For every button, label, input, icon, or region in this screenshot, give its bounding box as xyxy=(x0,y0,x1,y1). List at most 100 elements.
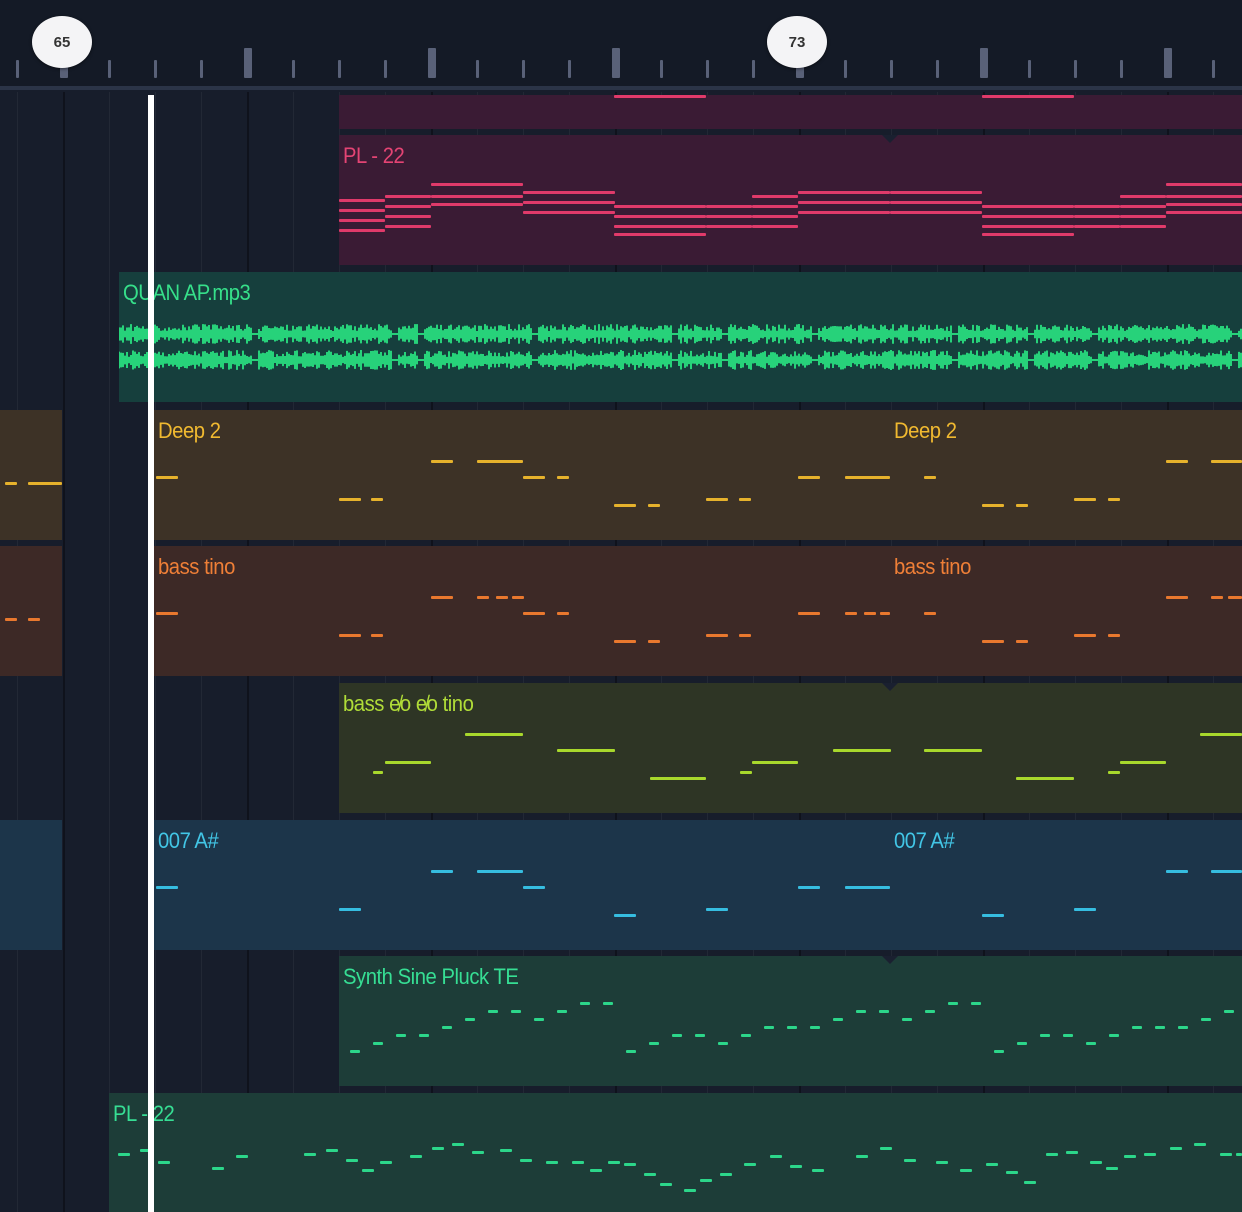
ruler-tick xyxy=(1074,60,1077,78)
track-audio: QUAN AP.mp3 xyxy=(0,272,1242,402)
bar-marker-65[interactable]: 65 xyxy=(32,16,92,68)
midi-note xyxy=(798,476,820,479)
midi-note xyxy=(740,771,752,774)
playhead[interactable] xyxy=(148,95,154,1212)
clip-label: Deep 2 xyxy=(894,418,957,443)
clip-split-marker xyxy=(882,683,898,691)
midi-note xyxy=(1124,1155,1136,1158)
midi-note xyxy=(432,1147,444,1150)
midi-note xyxy=(339,908,361,911)
clip-label: bass tino xyxy=(894,554,971,579)
deep-2-clip[interactable]: Deep 2 xyxy=(154,410,890,540)
007-clip[interactable]: 007 A# xyxy=(890,820,1242,950)
clip-label: PL - 22 xyxy=(113,1101,175,1126)
midi-note xyxy=(385,195,431,198)
midi-note xyxy=(650,777,706,780)
midi-note xyxy=(523,211,615,214)
midi-note xyxy=(890,201,982,204)
midi-note xyxy=(1166,870,1188,873)
midi-note xyxy=(614,504,636,507)
ruler-tick xyxy=(1028,60,1031,78)
midi-note xyxy=(1236,1153,1242,1156)
midi-note xyxy=(1006,1171,1018,1174)
track-bass-tino: bass tino bass tino xyxy=(0,546,1242,676)
midi-note xyxy=(936,1161,948,1164)
midi-note xyxy=(431,195,523,198)
ruler-tick xyxy=(890,60,893,78)
midi-note xyxy=(608,1161,620,1164)
ruler-tick xyxy=(292,60,295,78)
midi-note xyxy=(371,634,383,637)
midi-note xyxy=(752,215,798,218)
midi-note xyxy=(684,1189,696,1192)
clip-label: 007 A# xyxy=(158,828,219,853)
midi-note xyxy=(1166,195,1242,198)
midi-note xyxy=(845,886,890,889)
midi-note xyxy=(614,95,706,98)
midi-note xyxy=(982,914,1004,917)
midi-note xyxy=(431,183,523,186)
midi-note xyxy=(512,596,524,599)
midi-note xyxy=(362,1169,374,1172)
midi-note xyxy=(1066,1151,1078,1154)
midi-note xyxy=(339,209,385,212)
ruler-tick xyxy=(568,60,571,78)
midi-note xyxy=(706,225,752,228)
midi-note xyxy=(534,1018,544,1021)
pl-22-clip[interactable]: PL - 22 xyxy=(339,135,1242,265)
midi-note xyxy=(614,233,706,236)
midi-note xyxy=(700,1179,712,1182)
midi-note xyxy=(236,1155,248,1158)
midi-note xyxy=(1228,596,1242,599)
midi-note xyxy=(798,886,820,889)
audio-clip[interactable]: QUAN AP.mp3 xyxy=(119,272,1242,402)
midi-note xyxy=(523,476,545,479)
midi-note xyxy=(1194,1143,1206,1146)
007-clip[interactable] xyxy=(0,820,62,950)
midi-note xyxy=(1108,498,1120,501)
bass-tino-clip[interactable]: bass tino xyxy=(890,546,1242,676)
bass-tino-clip[interactable]: bass tino xyxy=(154,546,890,676)
ruler-major-tick xyxy=(1164,48,1172,78)
midi-note xyxy=(339,498,361,501)
midi-note xyxy=(28,482,62,485)
midi-note xyxy=(614,640,636,643)
midi-note xyxy=(706,498,728,501)
midi-note xyxy=(477,870,523,873)
track-bass-echo: bass e̸o e̸o tino xyxy=(0,683,1242,813)
midi-note xyxy=(1166,203,1242,206)
midi-note xyxy=(1166,211,1242,214)
ruler-tick xyxy=(752,60,755,78)
midi-note xyxy=(1120,205,1166,208)
pl-2-clip[interactable]: PL - 22 xyxy=(109,1093,1242,1212)
ruler-tick xyxy=(338,60,341,78)
ruler-tick xyxy=(1120,60,1123,78)
midi-note xyxy=(431,596,453,599)
midi-note xyxy=(156,476,178,479)
pl-22-clip[interactable] xyxy=(339,95,1242,129)
midi-note xyxy=(1040,1034,1050,1037)
midi-note xyxy=(856,1010,866,1013)
bar-marker-73[interactable]: 73 xyxy=(767,16,827,68)
deep-2-clip[interactable] xyxy=(0,410,62,540)
midi-note xyxy=(1017,1042,1027,1045)
midi-note xyxy=(752,195,798,198)
midi-note xyxy=(706,205,752,208)
ruler-major-tick xyxy=(428,48,436,78)
clip-split-marker xyxy=(882,956,898,964)
bass-tino-clip[interactable] xyxy=(0,546,62,676)
007-clip[interactable]: 007 A# xyxy=(154,820,890,950)
midi-note xyxy=(982,640,1004,643)
midi-note xyxy=(1016,640,1028,643)
midi-note xyxy=(904,1159,916,1162)
midi-note xyxy=(373,771,383,774)
midi-note xyxy=(924,749,982,752)
midi-note xyxy=(982,205,1074,208)
synth-sine-pluck-clip[interactable]: Synth Sine Pluck TE xyxy=(339,956,1242,1086)
midi-note xyxy=(1074,215,1120,218)
midi-note xyxy=(339,219,385,222)
deep-2-clip[interactable]: Deep 2 xyxy=(890,410,1242,540)
timeline-ruler[interactable]: 65 73 xyxy=(0,0,1242,90)
midi-note xyxy=(557,749,615,752)
bass-echo-clip[interactable]: bass e̸o e̸o tino xyxy=(339,683,1242,813)
